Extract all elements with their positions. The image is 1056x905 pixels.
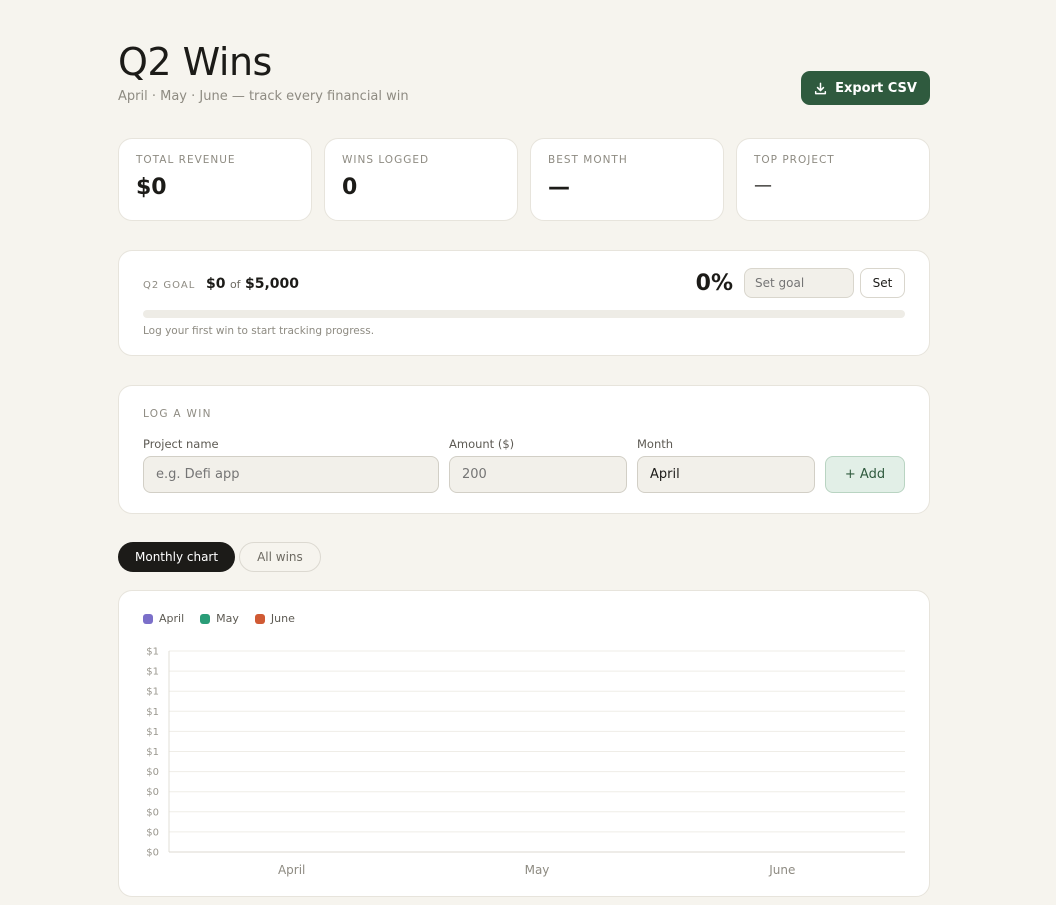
y-tick-label: $0 — [146, 848, 159, 859]
goal-card: Q2 GOAL $0 of $5,000 0% Set Log your fir… — [118, 250, 930, 356]
stat-label: TOP PROJECT — [754, 154, 835, 166]
amount-label: Amount ($) — [449, 437, 515, 451]
project-name-label: Project name — [143, 437, 219, 451]
month-select[interactable]: April — [637, 456, 815, 493]
export-csv-label: Export CSV — [835, 80, 917, 96]
goal-percent: 0% — [695, 271, 733, 296]
y-tick-label: $1 — [146, 647, 159, 658]
x-tick-label: April — [278, 863, 305, 877]
goal-hint: Log your first win to start tracking pro… — [143, 325, 375, 337]
goal-current: $0 — [206, 276, 226, 292]
y-tick-label: $0 — [146, 827, 159, 838]
stat-value: $0 — [136, 175, 167, 200]
goal-label: Q2 GOAL — [143, 280, 196, 291]
tab-all-wins[interactable]: All wins — [239, 542, 321, 572]
y-tick-label: $0 — [146, 807, 159, 818]
goal-amount: $0 of $5,000 — [206, 276, 299, 292]
monthly-chart: $1 $1 $1 $1 $1 $1 $0 $0 $0 $0 $0 April May June — [146, 647, 905, 877]
goal-progress-bar — [143, 310, 905, 318]
goal-target: $5,000 — [245, 276, 300, 292]
stat-value: — — [548, 175, 570, 200]
x-tick-label: June — [768, 863, 795, 877]
stats-row: TOTAL REVENUE $0 WINS LOGGED 0 BEST MONT… — [118, 138, 930, 221]
log-win-card: LOG A WIN Project name Amount ($) Month … — [118, 385, 930, 514]
log-win-title: LOG A WIN — [143, 408, 212, 420]
stat-value: — — [754, 175, 772, 196]
y-tick-label: $1 — [146, 707, 159, 718]
stat-label: TOTAL REVENUE — [136, 154, 236, 166]
page-subtitle: April · May · June — track every financi… — [118, 89, 409, 104]
y-tick-label: $1 — [146, 687, 159, 698]
stat-value: 0 — [342, 175, 358, 200]
y-tick-label: $1 — [146, 747, 159, 758]
export-csv-button[interactable]: Export CSV — [801, 71, 930, 105]
y-tick-label: $1 — [146, 727, 159, 738]
page-header: Q2 Wins April · May · June — track every… — [118, 40, 930, 110]
download-icon — [814, 82, 827, 94]
goal-of: of — [229, 278, 241, 291]
y-tick-label: $0 — [146, 767, 159, 778]
project-name-input[interactable] — [143, 456, 439, 493]
stat-top-project: TOP PROJECT — — [736, 138, 930, 221]
view-tabs: Monthly chart All wins — [118, 542, 321, 572]
amount-input[interactable] — [449, 456, 627, 493]
set-goal-button[interactable]: Set — [860, 268, 905, 298]
goal-input[interactable] — [744, 268, 854, 298]
stat-total-revenue: TOTAL REVENUE $0 — [118, 138, 312, 221]
month-label: Month — [637, 437, 674, 451]
y-tick-label: $0 — [146, 787, 159, 798]
stat-wins-logged: WINS LOGGED 0 — [324, 138, 518, 221]
tab-monthly-chart[interactable]: Monthly chart — [118, 542, 236, 572]
y-tick-label: $1 — [146, 667, 159, 678]
chart-card: April May June $1 $1 $1 $1 $1 $1 $0 $0 $0 $0 $0 Apr… — [118, 590, 930, 897]
x-tick-label: May — [525, 863, 550, 877]
add-win-button[interactable]: + Add — [825, 456, 905, 493]
stat-label: WINS LOGGED — [342, 154, 430, 166]
stat-best-month: BEST MONTH — — [530, 138, 724, 221]
stat-label: BEST MONTH — [548, 154, 628, 166]
